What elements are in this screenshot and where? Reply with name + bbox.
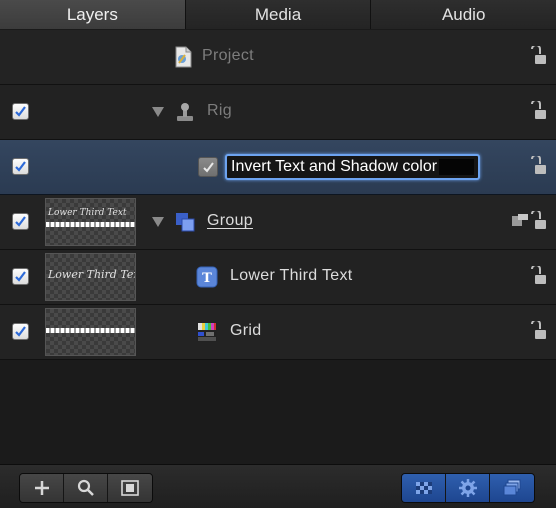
layer-checkbox-lower-third-text[interactable]: [12, 268, 29, 285]
layer-name-lower-third-text: Lower Third Text: [230, 267, 353, 284]
lock-open-icon[interactable]: [530, 46, 546, 66]
lock-open-icon[interactable]: [530, 156, 546, 176]
checkmark-icon: [202, 161, 214, 173]
tab-media[interactable]: Media: [185, 0, 372, 29]
search-icon: [77, 479, 94, 496]
layer-row-lower-third-text[interactable]: Lower Third Text T Lower Third Text: [0, 250, 556, 305]
isolate-layers-icon[interactable]: [512, 214, 528, 228]
layer-row-group[interactable]: Lower Third Text Group: [0, 195, 556, 250]
thumbnail-text: Lower Third Text: [48, 268, 136, 281]
media-browser-button[interactable]: [108, 474, 152, 502]
layer-checkbox-grid[interactable]: [12, 323, 29, 340]
widget-checkbox-icon: [198, 157, 218, 177]
checkmark-icon: [15, 216, 26, 227]
media-browser-icon: [121, 480, 139, 496]
layer-row-grid[interactable]: Grid: [0, 305, 556, 360]
gear-icon: [458, 479, 477, 497]
layer-name-group: Group: [207, 212, 253, 229]
text-selection-block: [439, 159, 474, 175]
layer-thumbnail-lower-third-text: Lower Third Text: [45, 253, 136, 301]
search-button[interactable]: [64, 474, 108, 502]
layer-name-project: Project: [202, 47, 254, 64]
lock-open-icon[interactable]: [530, 101, 546, 121]
checkmark-icon: [15, 161, 26, 172]
layer-row-widget[interactable]: Invert Text and Shadow color: [0, 140, 556, 195]
checkmark-icon: [15, 271, 26, 282]
disclosure-triangle-icon[interactable]: [152, 107, 164, 117]
checkmark-icon: [15, 326, 26, 337]
thumbnail-grid-bar: [46, 222, 135, 227]
layer-checkbox-widget[interactable]: [12, 158, 29, 175]
layer-checkbox-rig[interactable]: [12, 103, 29, 120]
checkmark-icon: [15, 106, 26, 117]
group-squares-icon: [176, 213, 195, 232]
footer-right-button-group: [401, 473, 535, 503]
grid-generator-icon: [197, 322, 217, 342]
layer-row-rig[interactable]: Rig: [0, 85, 556, 140]
layers-footer-toolbar: [0, 464, 556, 508]
thumbnail-grid-bar: [46, 328, 135, 333]
footer-left-button-group: [19, 473, 153, 503]
tab-layers[interactable]: Layers: [0, 0, 186, 29]
tab-audio-label: Audio: [441, 4, 486, 24]
lock-open-icon[interactable]: [530, 211, 546, 231]
tab-media-label: Media: [254, 4, 302, 24]
checkerboard-button[interactable]: [402, 474, 446, 502]
svg-text:T: T: [202, 271, 212, 286]
filters-button[interactable]: [446, 474, 490, 502]
disclosure-triangle-icon[interactable]: [152, 217, 164, 227]
tab-audio[interactable]: Audio: [371, 0, 556, 29]
panel-tabs: Layers Media Audio: [0, 0, 556, 29]
layer-name-rig: Rig: [207, 102, 232, 119]
layers-stack-icon: [503, 479, 521, 496]
checkerboard-icon: [415, 482, 432, 494]
add-icon: [34, 481, 49, 495]
layer-name-grid: Grid: [230, 322, 262, 339]
thumbnail-text: Lower Third Text: [48, 208, 127, 218]
layer-name-edit-field[interactable]: Invert Text and Shadow color: [225, 154, 480, 180]
layer-row-project[interactable]: Project: [0, 30, 556, 85]
text-layer-icon: T: [196, 266, 218, 288]
layer-checkbox-group[interactable]: [12, 213, 29, 230]
project-document-icon: [175, 46, 192, 68]
layer-name-widget: Invert Text and Shadow color: [231, 158, 438, 175]
layers-stack-button[interactable]: [490, 474, 534, 502]
rig-joystick-icon: [177, 103, 193, 121]
lock-open-icon[interactable]: [530, 266, 546, 286]
layers-list: Project Rig Invert Text and Shadow color…: [0, 30, 556, 464]
lock-open-icon[interactable]: [530, 321, 546, 341]
layer-thumbnail-group: Lower Third Text: [45, 198, 136, 246]
add-button[interactable]: [20, 474, 64, 502]
layer-thumbnail-grid: [45, 308, 136, 356]
tab-layers-label: Layers: [66, 4, 118, 24]
